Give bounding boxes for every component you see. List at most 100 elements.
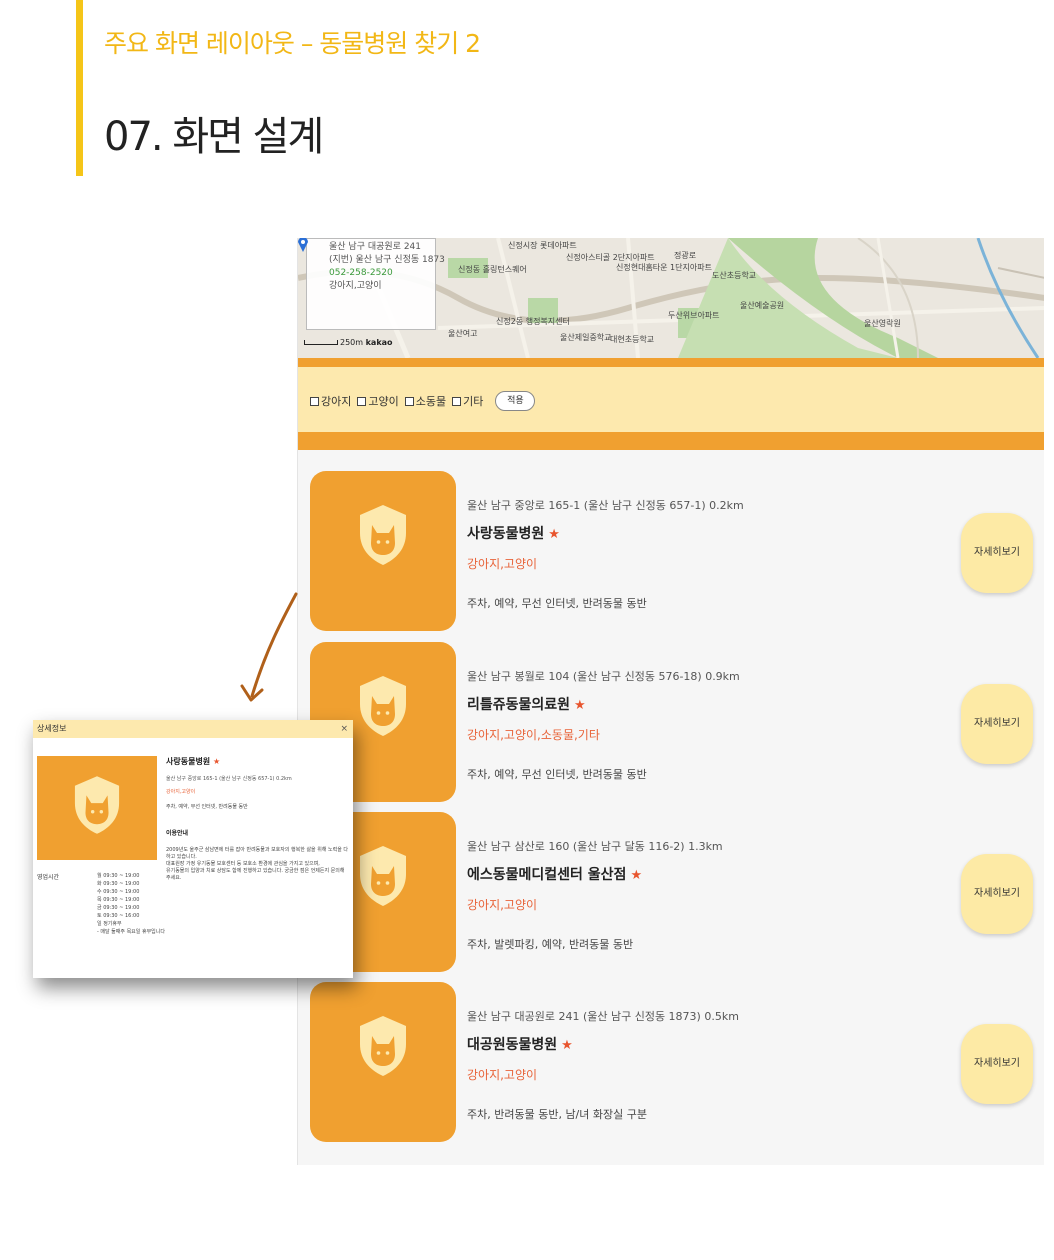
notice-line: 대표원장 가정 유기동물 보호센터 등 보호소 환경에 관심을 가지고 있으며, — [166, 861, 320, 867]
hours-item: 토 09:30 ~ 16:00 — [97, 913, 140, 919]
star-icon[interactable]: ★ — [574, 698, 586, 713]
animal-tags: 강아지,고양이,소동물,기타 — [467, 728, 600, 742]
notice-line: 유기동물의 입양과 치료 상담도 함께 진행하고 있습니다. 궁금한 점은 언제… — [166, 868, 345, 881]
notice-text: 2009년도 울주군 삼남면에 터를 잡아 반려동물과 보호자의 행복한 삶을 … — [166, 847, 350, 882]
scale-label: 250m — [340, 338, 364, 347]
close-icon[interactable]: × — [340, 720, 348, 738]
hours-item: 목 09:30 ~ 19:00 — [97, 897, 140, 903]
popup-features: 주차, 예약, 무선 인터넷, 반려동물 동반 — [166, 804, 248, 810]
hospital-name[interactable]: 리틀쥬동물의료원 ★ — [467, 694, 586, 714]
scale-bar — [304, 340, 338, 345]
slide-title: 07. 화면 설계 — [104, 114, 324, 160]
hospital-name[interactable]: 대공원동물병원 ★ — [467, 1034, 573, 1054]
map-label: 신정시장 롯데아파트 — [508, 241, 577, 250]
hospital-address: 울산 남구 봉월로 104 (울산 남구 신정동 576-18) 0.9km — [467, 670, 740, 683]
notice-line: 2009년도 울주군 삼남면에 터를 잡아 반려동물과 보호자의 행복한 삶을 … — [166, 847, 349, 860]
map-label: 도산초등학교 — [712, 271, 757, 280]
info-animals: 강아지,고양이 — [329, 281, 382, 291]
detail-button[interactable]: 자세히보기 — [961, 513, 1033, 593]
checkbox-small-animal[interactable] — [404, 396, 414, 406]
map-label: 울산여고 — [448, 329, 478, 338]
detail-popup[interactable]: 상세정보 × 영업시간 월 09:30 ~ 19:00 화 09:30 ~ 19… — [33, 720, 353, 978]
hospital-features: 주차, 발렛파킹, 예약, 반려동물 동반 — [467, 938, 634, 951]
cat-shield-icon — [360, 505, 406, 565]
map-label: 정광로 — [674, 251, 697, 260]
hospital-name[interactable]: 에스동물메디컬센터 울산점 ★ — [467, 864, 642, 884]
detail-button[interactable]: 자세히보기 — [961, 1024, 1033, 1104]
info-phone[interactable]: 052-258-2520 — [313, 267, 429, 280]
map-label: 신정현대홈타운 1단지아파트 — [616, 263, 712, 272]
hospital-thumbnail[interactable] — [310, 982, 456, 1142]
map-label: 울산제일중학교 — [560, 333, 612, 342]
star-icon[interactable]: ★ — [561, 1038, 573, 1053]
hospital-thumbnail[interactable] — [310, 471, 456, 631]
map-provider-logo: kakao — [365, 338, 393, 347]
hours-item: 화 09:30 ~ 19:00 — [97, 881, 140, 887]
accent-bar — [76, 0, 83, 176]
map-view[interactable]: 신정동 홀링턴스퀘어 신정시장 롯데아파트 신정아스티골 2단지아파트 신정현대… — [298, 238, 1044, 358]
cat-shield-icon — [74, 776, 120, 834]
result-card[interactable]: 울산 남구 삼산로 160 (울산 남구 달동 116-2) 1.3km 에스동… — [310, 812, 1033, 972]
result-card[interactable]: 울산 남구 봉월로 104 (울산 남구 신정동 576-18) 0.9km 리… — [310, 642, 1033, 802]
map-label: 신정2동 행정복지센터 — [496, 317, 570, 326]
cat-shield-icon — [360, 676, 406, 736]
hospital-name-text: 대공원동물병원 — [467, 1037, 558, 1053]
hours-item: - 매달 둘째주 목요일 휴무입니다 — [97, 929, 165, 935]
apply-button[interactable]: 적용 — [495, 391, 536, 411]
hours-label: 영업시간 — [37, 874, 60, 881]
cat-shield-icon — [360, 1016, 406, 1076]
filter-label-dog: 강아지 — [321, 395, 352, 408]
popup-name-text: 사랑동물병원 — [166, 757, 211, 766]
cat-shield-icon — [360, 846, 406, 906]
checkbox-dog[interactable] — [310, 396, 319, 406]
star-icon[interactable]: ★ — [548, 527, 560, 542]
info-road-address: 울산 남구 대공원로 241 — [329, 242, 422, 252]
popup-info: 사랑동물병원 ★ 울산 남구 중앙로 165-1 (울산 남구 신정동 657-… — [166, 756, 350, 882]
hours-item: 금 09:30 ~ 19:00 — [97, 905, 140, 911]
filter-small-animal[interactable]: 소동물 — [404, 393, 447, 409]
map-label: 신정동 홀링턴스퀘어 — [458, 265, 527, 274]
filter-etc[interactable]: 기타 — [452, 393, 483, 409]
checkbox-cat[interactable] — [357, 396, 367, 406]
filter-row: 강아지 고양이 소동물 기타 적용 — [310, 391, 536, 411]
animal-tags: 강아지,고양이 — [467, 1068, 538, 1082]
info-jibun-address: (지번) 울산 남구 신정동 1873 — [329, 255, 445, 265]
map-label: 울산영락원 — [864, 319, 901, 328]
filter-cat[interactable]: 고양이 — [357, 393, 399, 409]
filter-label-small-animal: 소동물 — [415, 395, 447, 408]
map-label: 두산위브아파트 — [668, 311, 720, 320]
detail-button[interactable]: 자세히보기 — [961, 684, 1033, 764]
popup-address: 울산 남구 중앙로 165-1 (울산 남구 신정동 657-1) 0.2km — [166, 776, 292, 782]
map-scale: 250m kakao — [304, 338, 393, 347]
popup-hospital-name: 사랑동물병원 ★ — [166, 756, 350, 767]
result-card[interactable]: 울산 남구 대공원로 241 (울산 남구 신정동 1873) 0.5km 대공… — [310, 982, 1033, 1142]
hours-item: 월 09:30 ~ 19:00 — [97, 873, 140, 879]
star-icon[interactable]: ★ — [630, 868, 642, 883]
star-icon[interactable]: ★ — [213, 757, 220, 766]
result-card[interactable]: 울산 남구 중앙로 165-1 (울산 남구 신정동 657-1) 0.2km … — [310, 471, 1033, 631]
map-label: 대현초등학교 — [610, 335, 655, 344]
map-pin-icon[interactable] — [298, 238, 308, 252]
detail-button[interactable]: 자세히보기 — [961, 854, 1033, 934]
hospital-name[interactable]: 사랑동물병원 ★ — [467, 523, 560, 543]
popup-hospital-image — [37, 756, 157, 860]
hospital-features: 주차, 예약, 무선 인터넷, 반려동물 동반 — [467, 597, 647, 610]
map-label: 울산예술공원 — [740, 301, 785, 310]
filter-dog[interactable]: 강아지 — [310, 393, 351, 409]
hospital-name-text: 리틀쥬동물의료원 — [467, 697, 571, 713]
curved-arrow-icon — [240, 592, 298, 702]
map-info-window[interactable]: 울산 남구 대공원로 241 (지번) 울산 남구 신정동 1873 052-2… — [306, 238, 445, 330]
hospital-address: 울산 남구 삼산로 160 (울산 남구 달동 116-2) 1.3km — [467, 840, 723, 853]
hospital-features: 주차, 반려동물 동반, 남/녀 화장실 구분 — [467, 1108, 647, 1121]
filter-label-etc: 기타 — [463, 395, 484, 408]
filter-label-cat: 고양이 — [368, 395, 399, 408]
hours-item: 일 정기휴무 — [97, 921, 122, 927]
hours-item: 수 09:30 ~ 19:00 — [97, 889, 140, 895]
popup-animal-tags: 강아지,고양이 — [166, 789, 196, 795]
hours-list: 월 09:30 ~ 19:00 화 09:30 ~ 19:00 수 09:30 … — [97, 872, 165, 936]
hospital-name-text: 에스동물메디컬센터 울산점 — [467, 867, 627, 883]
hospital-address: 울산 남구 중앙로 165-1 (울산 남구 신정동 657-1) 0.2km — [467, 499, 744, 512]
notice-title: 이용안내 — [166, 830, 189, 837]
checkbox-etc[interactable] — [452, 396, 462, 406]
hospital-address: 울산 남구 대공원로 241 (울산 남구 신정동 1873) 0.5km — [467, 1010, 739, 1023]
